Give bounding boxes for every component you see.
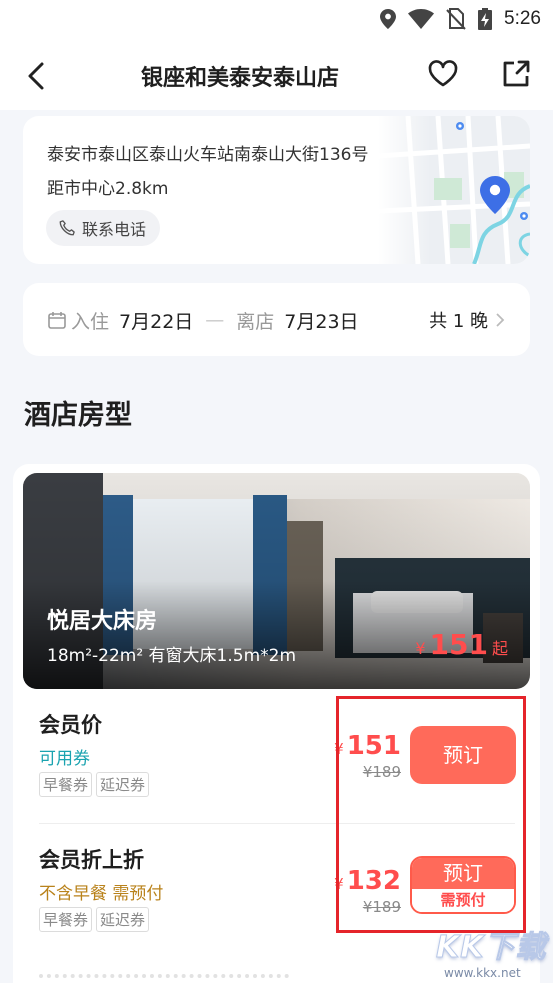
- nights-count: 共 1 晚: [429, 307, 506, 333]
- checkin-date: 7月22日: [119, 310, 194, 333]
- room-photo[interactable]: 悦居大床房 18m²-22m² 有窗大床1.5m*2m ¥ 151 起: [23, 473, 530, 689]
- battery-charging-icon: [478, 8, 493, 30]
- map-thumbnail[interactable]: [378, 116, 530, 264]
- phone-icon: [59, 220, 75, 236]
- stay-dates-row: 入住 7月22日 — 离店 7月23日 共 1 晚: [47, 307, 506, 333]
- checkin-label: 入住: [71, 310, 110, 333]
- share-icon[interactable]: [500, 58, 532, 90]
- room-description: 18m²-22m² 有窗大床1.5m*2m: [47, 646, 297, 666]
- rate-name: 会员折上折: [39, 848, 144, 872]
- room-starting-price: ¥ 151 起: [415, 628, 508, 661]
- status-bar: 5:26: [0, 0, 553, 40]
- hotel-address: 泰安市泰山区泰山火车站南泰山大街136号: [47, 145, 369, 165]
- navbar: 银座和美泰安泰山店: [0, 40, 553, 110]
- rate-tags: 早餐券 延迟券: [39, 772, 150, 797]
- back-arrow-icon[interactable]: [22, 60, 54, 92]
- room-name: 悦居大床房: [47, 609, 158, 634]
- page-title: 银座和美泰安泰山店: [140, 66, 339, 91]
- watermark-logo: KK下载 www.kkx.net: [430, 922, 553, 983]
- distance-to-center: 距市中心2.8km: [47, 179, 169, 199]
- room-price-value: 151: [429, 628, 488, 661]
- rate-subtitle: 不含早餐 需预付: [39, 884, 164, 904]
- calendar-icon: [48, 312, 66, 329]
- rate-subtitle: 可用券: [39, 749, 90, 769]
- contact-phone-button[interactable]: 联系电话: [46, 210, 161, 246]
- rate-tags: 早餐券 延迟券: [39, 907, 150, 932]
- tag-late-checkout-coupon: 延迟券: [96, 772, 150, 797]
- address-card: 泰安市泰山区泰山火车站南泰山大街136号 距市中心2.8km 联系电话: [23, 116, 530, 264]
- checkout-date: 7月23日: [284, 310, 359, 333]
- status-icons: 5:26: [380, 8, 541, 30]
- chevron-right-icon: [496, 313, 505, 327]
- tag-breakfast-coupon: 早餐券: [39, 907, 93, 932]
- stay-dates-card[interactable]: 入住 7月22日 — 离店 7月23日 共 1 晚: [23, 283, 530, 356]
- watermark-title: KK下载: [436, 930, 547, 966]
- watermark-url: www.kkx.net: [444, 966, 521, 980]
- tag-breakfast-coupon: 早餐券: [39, 772, 93, 797]
- location-icon: [380, 9, 397, 29]
- rate-name: 会员价: [39, 713, 102, 737]
- contact-phone-label: 联系电话: [82, 220, 147, 239]
- nights-label: 共 1 晚: [429, 311, 488, 332]
- date-separator: —: [205, 309, 225, 331]
- heart-icon[interactable]: [427, 58, 459, 90]
- currency-symbol: ¥: [415, 639, 426, 658]
- tag-late-checkout-coupon: 延迟券: [96, 907, 150, 932]
- next-rate-placeholder: [39, 974, 289, 983]
- price-suffix: 起: [491, 639, 508, 658]
- section-title-room-types: 酒店房型: [24, 400, 132, 431]
- status-time: 5:26: [504, 8, 541, 29]
- wifi-icon: [408, 9, 435, 29]
- highlight-annotation: [336, 696, 526, 933]
- checkout-label: 离店: [236, 310, 275, 333]
- no-sim-icon: [446, 8, 466, 30]
